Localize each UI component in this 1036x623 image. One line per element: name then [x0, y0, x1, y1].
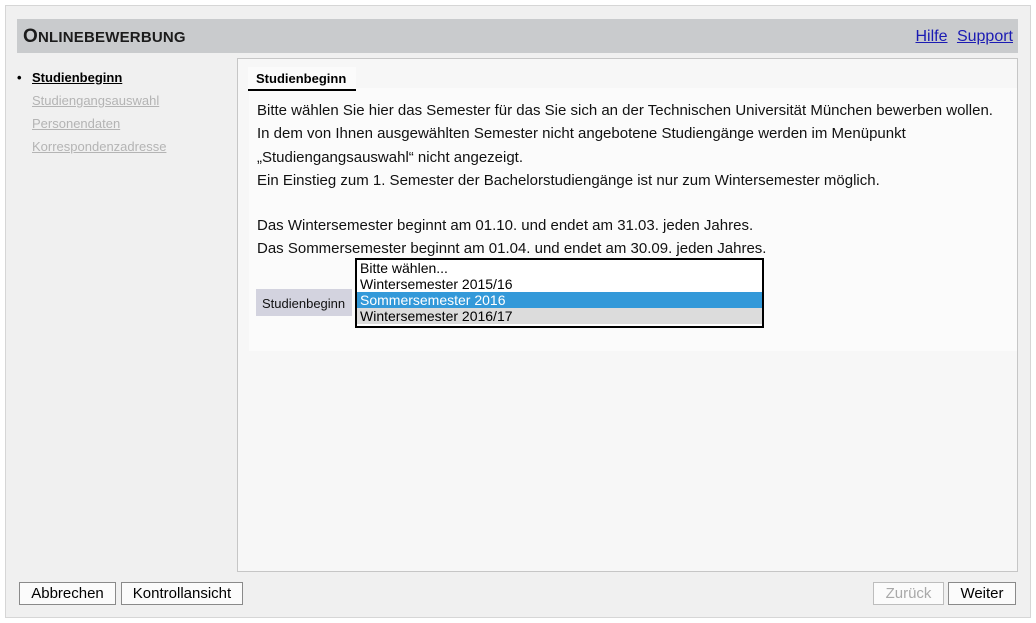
sidebar-item-korrespondenzadresse[interactable]: Korrespondenzadresse: [17, 139, 227, 162]
header-links: Hilfe Support: [910, 28, 1013, 46]
support-link[interactable]: Support: [957, 28, 1013, 45]
dropdown-option-selected[interactable]: Sommersemester 2016: [357, 292, 762, 308]
sidebar-item-studiengangsauswahl[interactable]: Studiengangsauswahl: [17, 93, 227, 116]
tab-studienbeginn[interactable]: Studienbeginn: [248, 67, 356, 91]
sidebar-item-label: Personendaten: [32, 116, 121, 131]
semester-info-line: Das Wintersemester beginnt am 01.10. und…: [257, 217, 754, 235]
bullet-icon: •: [17, 70, 22, 85]
sidebar-item-label: Korrespondenzadresse: [32, 139, 167, 154]
page-title: ONLINEBEWERBUNG: [23, 26, 186, 47]
instructions-text: Bitte wählen Sie hier das Semester für d…: [257, 99, 1007, 261]
dropdown-option[interactable]: Wintersemester 2016/17: [357, 308, 762, 324]
sidebar-item-label: Studienbeginn: [32, 70, 123, 85]
next-button[interactable]: Weiter: [948, 582, 1016, 605]
back-button[interactable]: Zurück: [873, 582, 944, 605]
instruction-line: Ein Einstieg zum 1. Semester der Bachelo…: [257, 171, 880, 189]
instruction-line: In dem von Ihnen ausgewählten Semester n…: [257, 125, 906, 143]
review-button[interactable]: Kontrollansicht: [121, 582, 243, 605]
instruction-line: „Studiengangsauswahl“ nicht angezeigt.: [257, 148, 524, 166]
help-link[interactable]: Hilfe: [915, 28, 947, 45]
dropdown-option[interactable]: Bitte wählen...: [357, 260, 762, 276]
semester-dropdown-list[interactable]: Bitte wählen... Wintersemester 2015/16 S…: [355, 258, 764, 328]
sidebar-item-label: Studiengangsauswahl: [32, 93, 160, 108]
app-header: ONLINEBEWERBUNG Hilfe Support: [17, 19, 1018, 53]
sidebar-item-studienbeginn[interactable]: • Studienbeginn: [17, 70, 227, 93]
studienbeginn-field-label: Studienbeginn: [256, 289, 352, 316]
instruction-line: Bitte wählen Sie hier das Semester für d…: [257, 102, 993, 119]
sidebar-nav: • Studienbeginn Studiengangsauswahl Pers…: [17, 70, 227, 162]
dropdown-option[interactable]: Wintersemester 2015/16: [357, 276, 762, 292]
cancel-button[interactable]: Abbrechen: [19, 582, 116, 605]
sidebar-item-personendaten[interactable]: Personendaten: [17, 116, 227, 139]
